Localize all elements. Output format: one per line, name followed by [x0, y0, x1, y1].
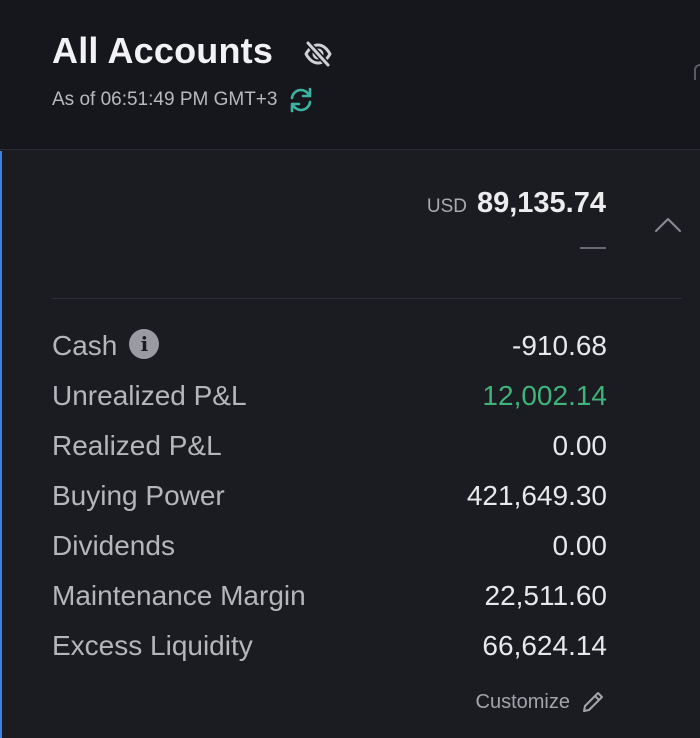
accounts-header: All Accounts As of 06:51:49 PM GMT+3 [0, 0, 700, 150]
row-label: Maintenance Margin [52, 580, 306, 611]
selection-accent-bar [0, 151, 2, 738]
section-divider [52, 298, 682, 299]
customize-label: Customize [475, 690, 570, 713]
row-value: 66,624.14 [482, 630, 607, 661]
row-value: 421,649.30 [466, 480, 607, 511]
total-value: 89,135.74 [476, 187, 606, 219]
balances-list: Cash i -910.68 Unrealized P&L 12,002.14 … [52, 321, 607, 671]
balance-row-unrealized-pnl: Unrealized P&L 12,002.14 [52, 371, 607, 421]
row-value: 0.00 [552, 430, 608, 461]
net-liquidation-total: USD 89,135.74 [427, 187, 606, 220]
row-label: Dividends [52, 530, 175, 561]
edge-control-icon [694, 64, 700, 80]
pencil-icon [580, 689, 606, 715]
row-label: Excess Liquidity [52, 630, 253, 661]
change-placeholder [580, 247, 606, 249]
chevron-up-icon[interactable] [654, 215, 682, 235]
row-value: -910.68 [512, 330, 607, 361]
info-icon[interactable]: i [129, 329, 160, 359]
currency-label: USD [426, 196, 467, 217]
customize-button[interactable]: Customize [476, 689, 606, 715]
balance-row-dividends: Dividends 0.00 [52, 521, 607, 571]
balance-row-realized-pnl: Realized P&L 0.00 [52, 421, 607, 471]
as-of-row: As of 06:51:49 PM GMT+3 [52, 86, 315, 114]
row-value: 12,002.14 [482, 380, 607, 411]
row-label: Unrealized P&L [52, 380, 247, 411]
row-label: Cash [52, 330, 118, 361]
row-value: 22,511.60 [484, 580, 608, 611]
title-row: All Accounts [52, 30, 333, 72]
row-label: Buying Power [52, 480, 225, 511]
account-summary-panel: USD 89,135.74 Cash i -910.68 Unrealized … [0, 151, 700, 738]
refresh-icon[interactable] [287, 86, 315, 114]
page-title: All Accounts [52, 30, 274, 71]
eye-off-icon[interactable] [303, 39, 333, 69]
balance-row-buying-power: Buying Power 421,649.30 [52, 471, 607, 521]
row-value: 0.00 [552, 530, 608, 561]
balance-row-maintenance-margin: Maintenance Margin 22,511.60 [52, 571, 607, 621]
balance-row-cash: Cash i -910.68 [52, 321, 607, 371]
row-label: Realized P&L [52, 430, 222, 461]
balance-row-excess-liquidity: Excess Liquidity 66,624.14 [52, 621, 607, 671]
as-of-timestamp: As of 06:51:49 PM GMT+3 [52, 89, 278, 110]
